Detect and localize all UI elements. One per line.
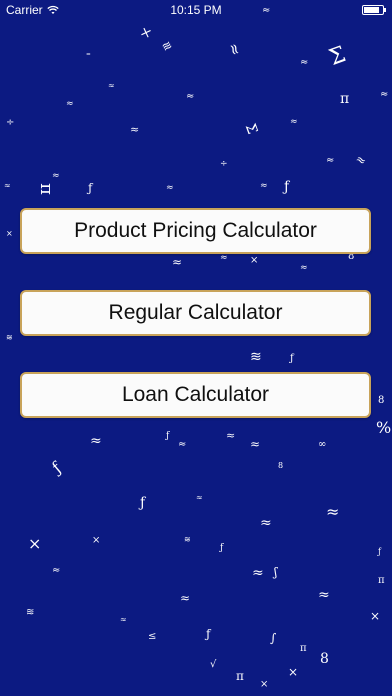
loan-calculator-button[interactable]: Loan Calculator xyxy=(20,372,371,418)
math-symbol: Σ xyxy=(241,121,261,137)
math-symbol: ≈ xyxy=(326,502,340,521)
math-symbol: ƒ xyxy=(166,431,170,441)
status-time: 10:15 PM xyxy=(170,3,222,17)
math-symbols-background: ≈ × ≋ ≈ ≈ ⁼ Σ ≈ ≈ π ≈ ≈ ÷ ≈ Σ ≈ ≈ ÷ ≈ ≈ ≈ π ƒ ≈ ≈ × ƒ ≈ ≈ × 8 ≈ ≋ ≋ ≈ ƒ 8 ≈ ƒ ≈… xyxy=(0,0,392,696)
math-symbol: ≤ xyxy=(148,631,157,642)
math-symbol: 8 xyxy=(378,395,385,406)
math-symbol: ∫ xyxy=(270,631,277,645)
math-symbol: ƒ xyxy=(290,353,294,364)
math-symbol: 8 xyxy=(278,461,284,470)
math-symbol: ≋ xyxy=(6,333,13,342)
math-symbol: ≈ xyxy=(52,565,61,576)
math-symbol: Σ xyxy=(326,42,350,71)
math-symbol: ≈ xyxy=(250,437,261,451)
math-symbol: ≈ xyxy=(180,591,191,605)
math-symbol: π xyxy=(340,91,350,107)
math-symbol: ≈ xyxy=(326,155,335,166)
math-symbol: ʃ xyxy=(274,565,278,579)
math-symbol: ≋ xyxy=(184,535,191,544)
math-symbol: ≈ xyxy=(220,253,228,263)
math-symbol: ≋ xyxy=(159,37,175,55)
math-symbol: ≋ xyxy=(250,349,262,365)
math-symbol: ≈ xyxy=(52,171,60,181)
math-symbol: ƒ xyxy=(48,458,66,477)
math-symbol: ≋ xyxy=(26,607,35,618)
math-symbol: ≈ xyxy=(66,99,74,109)
math-symbol: ⁼ xyxy=(86,51,91,61)
math-symbol: ƒ xyxy=(88,181,93,195)
math-symbol: ≈ xyxy=(260,181,268,191)
math-symbol: ≈ xyxy=(196,493,203,502)
math-symbol: ÷ xyxy=(220,159,228,169)
math-symbol: ≈ xyxy=(252,565,264,581)
math-symbol: ≈ xyxy=(178,439,187,450)
math-symbol: ÷ xyxy=(6,117,15,128)
battery-level xyxy=(364,7,379,13)
math-symbol: × xyxy=(250,255,259,266)
math-symbol: ∞ xyxy=(318,439,327,450)
math-symbol: × xyxy=(370,609,381,623)
math-symbol: × xyxy=(288,665,299,679)
math-symbol: × xyxy=(260,679,269,690)
math-symbol: ≈ xyxy=(380,89,389,100)
math-symbol: ≈ xyxy=(186,91,195,102)
math-symbol: π xyxy=(300,643,307,654)
math-symbol: π xyxy=(378,575,385,586)
math-symbol: × xyxy=(6,229,13,238)
math-symbol: ≈ xyxy=(353,151,369,169)
math-symbol: % xyxy=(376,418,392,437)
math-symbol: × xyxy=(137,23,155,43)
math-symbol: ≈ xyxy=(172,255,183,269)
math-symbol: π xyxy=(236,669,244,683)
math-symbol: ≈ xyxy=(318,587,330,603)
status-bar: Carrier 10:15 PM xyxy=(0,0,392,22)
math-symbol: × xyxy=(28,534,42,553)
math-symbol: ƒ xyxy=(378,547,381,556)
math-symbol: ≈ xyxy=(300,57,309,68)
math-symbol: ƒ xyxy=(284,179,290,195)
math-symbol: ≈ xyxy=(224,40,246,59)
regular-calculator-button[interactable]: Regular Calculator xyxy=(20,290,371,336)
math-symbol: × xyxy=(92,535,101,546)
math-symbol: ≈ xyxy=(108,81,115,90)
math-symbol: ≈ xyxy=(120,615,127,624)
math-symbol: ≈ xyxy=(90,433,102,449)
math-symbol: ≈ xyxy=(4,181,11,190)
math-symbol: ≈ xyxy=(166,183,174,193)
battery-icon xyxy=(362,5,386,15)
math-symbol: ≈ xyxy=(260,515,272,531)
product-pricing-calculator-button[interactable]: Product Pricing Calculator xyxy=(20,208,371,254)
math-symbol: ƒ xyxy=(206,627,211,641)
math-symbol: π xyxy=(35,183,57,195)
math-symbol: 8 xyxy=(320,651,329,667)
math-symbol: ≈ xyxy=(130,123,140,136)
math-symbol: ≈ xyxy=(290,117,298,127)
math-symbol: ≈ xyxy=(300,263,308,273)
math-symbol: ≈ xyxy=(226,429,236,442)
math-symbol: ƒ xyxy=(220,543,224,553)
math-symbol: ƒ xyxy=(140,495,146,511)
math-symbol: √ xyxy=(210,659,217,670)
